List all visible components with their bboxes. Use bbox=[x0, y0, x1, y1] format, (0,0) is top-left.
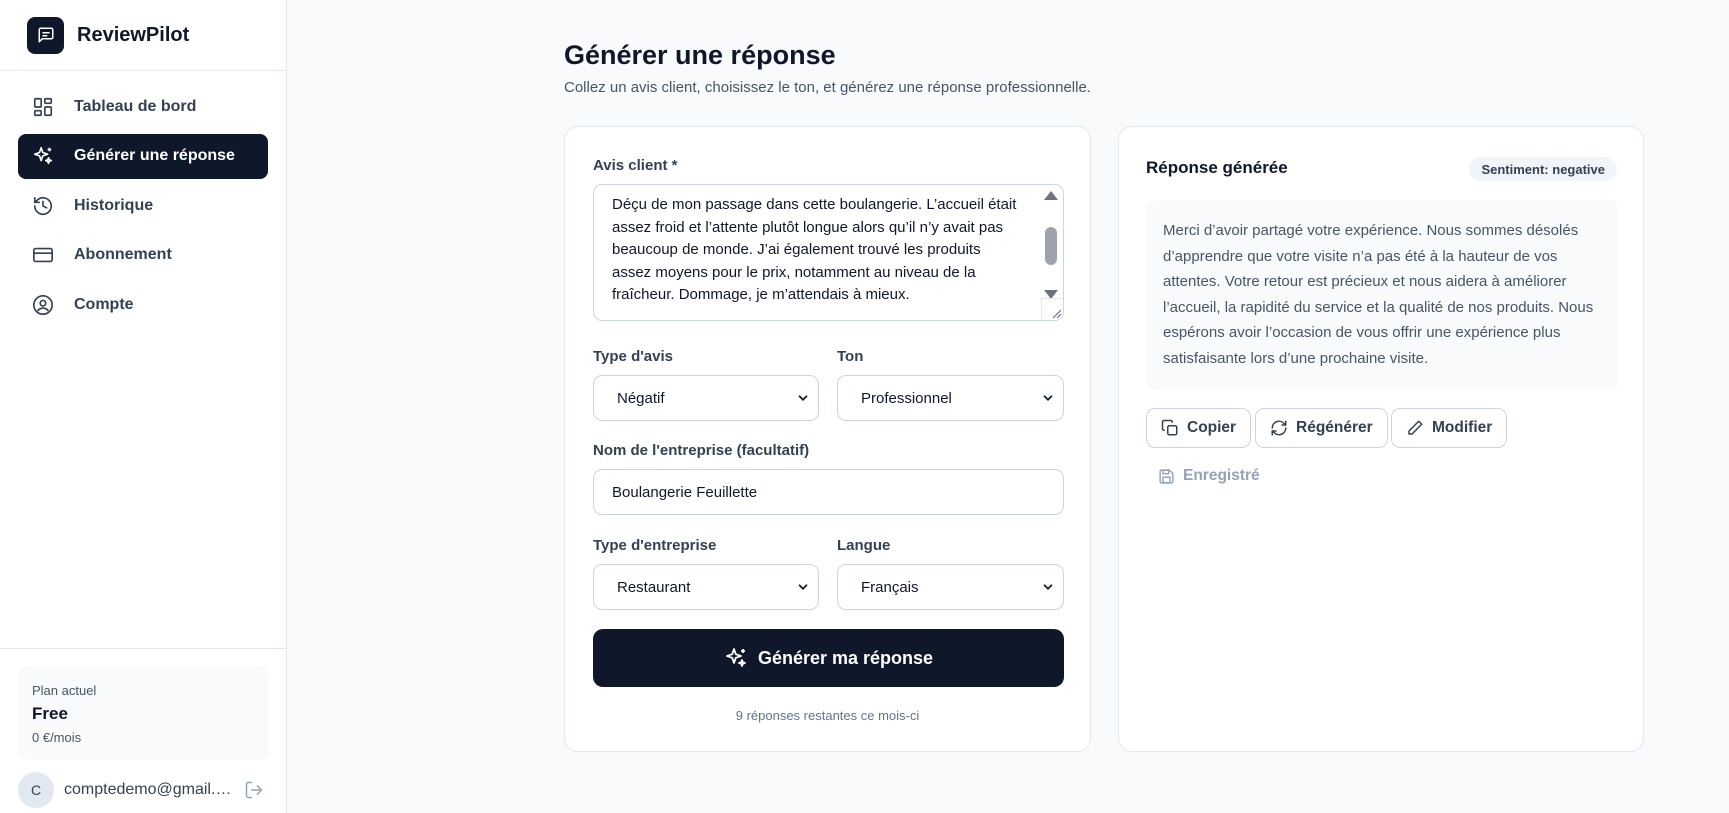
sidebar-item-label: Générer une réponse bbox=[74, 147, 235, 164]
sidebar-item-generate[interactable]: Générer une réponse bbox=[18, 133, 268, 179]
review-textarea[interactable]: Déçu de mon passage dans cette boulanger… bbox=[593, 184, 1064, 321]
copy-button[interactable]: Copier bbox=[1146, 408, 1252, 448]
sidebar-item-dashboard[interactable]: Tableau de bord bbox=[18, 84, 268, 129]
sidebar-divider bbox=[0, 648, 287, 649]
sidebar-item-account[interactable]: Compte bbox=[18, 282, 268, 327]
chevron-down-icon bbox=[1043, 584, 1053, 590]
copy-icon bbox=[1161, 419, 1178, 436]
language-value: Français bbox=[861, 578, 919, 596]
credit-card-icon bbox=[33, 247, 53, 263]
saved-status-label: Enregistré bbox=[1183, 467, 1260, 484]
sidebar-item-label: Abonnement bbox=[74, 246, 172, 263]
dashboard-icon bbox=[33, 97, 53, 116]
review-label: Avis client * bbox=[593, 157, 678, 174]
plan-card: Plan actuel Free 0 €/mois bbox=[18, 667, 269, 760]
copy-button-label: Copier bbox=[1187, 419, 1237, 436]
scroll-up-arrow-icon[interactable] bbox=[1044, 191, 1058, 200]
tone-label: Ton bbox=[837, 348, 864, 365]
generate-button[interactable]: Générer ma réponse bbox=[593, 629, 1064, 687]
generate-button-label: Générer ma réponse bbox=[757, 647, 934, 668]
response-title: Réponse générée bbox=[1146, 158, 1288, 177]
sidebar-item-subscription[interactable]: Abonnement bbox=[18, 233, 268, 278]
sidebar-item-label: Tableau de bord bbox=[74, 97, 197, 115]
sparkles-icon bbox=[726, 648, 746, 667]
avatar[interactable]: C bbox=[18, 772, 54, 808]
scroll-thumb[interactable] bbox=[1045, 227, 1057, 265]
sidebar: ReviewPilot Tableau de bord Générer une … bbox=[0, 0, 287, 813]
page-title: Générer une réponse bbox=[564, 40, 836, 70]
sidebar-item-label: Compte bbox=[74, 295, 134, 313]
sentiment-badge: Sentiment: negative bbox=[1469, 157, 1617, 181]
company-name-value: Boulangerie Feuillette bbox=[612, 483, 758, 501]
generate-form-card: Avis client * Déçu de mon passage dans c… bbox=[564, 126, 1091, 752]
edit-button[interactable]: Modifier bbox=[1391, 408, 1508, 448]
plan-label: Plan actuel bbox=[32, 683, 97, 698]
regenerate-button[interactable]: Régénérer bbox=[1255, 408, 1388, 448]
regenerate-button-label: Régénérer bbox=[1296, 419, 1373, 436]
generated-response-text: Merci d’avoir partagé votre expérience. … bbox=[1146, 200, 1618, 390]
language-label: Langue bbox=[837, 537, 891, 554]
resize-handle-icon[interactable] bbox=[1041, 298, 1063, 320]
edit-button-label: Modifier bbox=[1432, 419, 1493, 436]
chevron-down-icon bbox=[1043, 395, 1053, 401]
review-type-select[interactable]: Négatif bbox=[593, 375, 819, 421]
language-select[interactable]: Français bbox=[837, 564, 1064, 610]
chat-logo-icon bbox=[27, 16, 64, 54]
response-card: Réponse générée Sentiment: negative Merc… bbox=[1118, 126, 1644, 752]
refresh-icon bbox=[1271, 420, 1287, 436]
chevron-down-icon bbox=[798, 584, 808, 590]
review-type-value: Négatif bbox=[617, 389, 665, 407]
tone-select[interactable]: Professionnel bbox=[837, 375, 1064, 421]
business-type-label: Type d'entreprise bbox=[593, 537, 717, 554]
tone-value: Professionnel bbox=[861, 389, 952, 407]
plan-price: 0 €/mois bbox=[32, 730, 82, 745]
pencil-icon bbox=[1408, 420, 1423, 435]
page-subtitle: Collez un avis client, choisissez le ton… bbox=[564, 79, 1091, 96]
business-type-value: Restaurant bbox=[617, 578, 691, 596]
sidebar-item-label: Historique bbox=[74, 196, 154, 214]
history-icon bbox=[33, 196, 53, 215]
user-row: C comptedemo@gmail.com bbox=[18, 772, 269, 808]
sparkles-icon bbox=[33, 146, 53, 165]
business-type-select[interactable]: Restaurant bbox=[593, 564, 819, 610]
sidebar-nav: Tableau de bord Générer une réponse Hist… bbox=[0, 71, 286, 345]
plan-name: Free bbox=[32, 704, 68, 723]
saved-status: Enregistré bbox=[1158, 467, 1260, 485]
review-type-label: Type d'avis bbox=[593, 348, 673, 365]
company-name-input[interactable]: Boulangerie Feuillette bbox=[593, 469, 1064, 515]
save-icon bbox=[1159, 468, 1174, 484]
chevron-down-icon bbox=[798, 395, 808, 401]
brand-name: ReviewPilot bbox=[77, 23, 190, 46]
brand[interactable]: ReviewPilot bbox=[0, 0, 286, 71]
review-text: Déçu de mon passage dans cette boulanger… bbox=[612, 196, 1017, 303]
sidebar-item-history[interactable]: Historique bbox=[18, 183, 268, 228]
user-circle-icon bbox=[33, 294, 53, 315]
remaining-quota: 9 réponses restantes ce mois-ci bbox=[735, 708, 920, 723]
user-email: comptedemo@gmail.com bbox=[64, 781, 234, 798]
logout-icon[interactable] bbox=[244, 780, 264, 800]
company-label: Nom de l'entreprise (facultatif) bbox=[593, 442, 810, 459]
